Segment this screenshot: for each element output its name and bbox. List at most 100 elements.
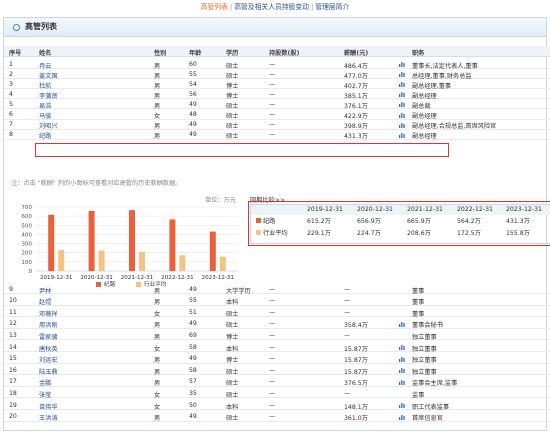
cell-sex: 男 [154, 333, 161, 341]
bar-chart-icon[interactable] [399, 321, 405, 327]
cell-age: 49 [189, 121, 197, 129]
cell-name[interactable]: 纪路 [39, 131, 51, 140]
nav-exec-list[interactable]: 高管列表 [201, 0, 228, 14]
cell-age: 49 [189, 355, 197, 363]
table-row: 14 唐秋英 女 58 本科 — 15.87万 独立董事 [4, 342, 550, 353]
cell-shares: — [269, 131, 276, 139]
cell-shares: — [269, 378, 276, 386]
cell-name[interactable]: 雷家骕 [39, 332, 58, 341]
compare-row-label: 纪路 [256, 217, 275, 227]
compare-link[interactable]: 同期比较>> [250, 195, 285, 204]
table-row: 11 邓薇祥 女 51 硕士 — — 董事 [4, 307, 550, 318]
nav-separator: | [229, 3, 233, 11]
bar-chart-icon[interactable] [399, 402, 405, 408]
cell-shares: — [269, 90, 276, 98]
cell-shares: — [269, 331, 276, 339]
cell-age: 58 [189, 366, 197, 374]
bar-0 [129, 210, 135, 271]
cell-shares: — [269, 366, 276, 374]
bar-chart-icon[interactable] [399, 356, 405, 362]
cell-edu: 硕士 [226, 322, 239, 330]
col-sex: 性别 [154, 50, 167, 57]
bar-chart-icon[interactable] [399, 61, 405, 67]
cell-sex: 女 [154, 310, 161, 318]
cell-pay: 358.4万 [344, 322, 368, 330]
bar-chart-icon[interactable] [399, 112, 405, 118]
bar-chart-icon[interactable] [399, 91, 405, 98]
cell-no: 15 [9, 355, 17, 363]
bullet-icon [13, 24, 20, 31]
bar-chart-icon[interactable] [399, 379, 405, 385]
bar-chart-icon[interactable] [399, 367, 405, 374]
cell-age: 48 [189, 111, 197, 118]
compare-year: 2023-12-31 [506, 206, 542, 213]
bar-1 [179, 255, 186, 271]
bar-chart-icon[interactable] [399, 71, 405, 78]
cell-title: 监事 [412, 391, 425, 399]
nav-management-profile[interactable]: 管理层简介 [315, 0, 349, 14]
table-row: 6 马骏女 48 硕士 —422.9万 副总经理 [4, 110, 550, 120]
compare-year: 2021-12-31 [407, 206, 443, 213]
nav-separator: | [310, 3, 314, 11]
cell-sex: 男 [154, 133, 161, 141]
cell-name[interactable]: 赵煜 [39, 297, 51, 306]
bar-chart-icon[interactable] [399, 122, 405, 128]
panel-header: 高管列表 [4, 18, 546, 37]
bar-chart-icon[interactable] [399, 81, 405, 88]
table-row: 19 苗伟华 女 50 本科 — 148.1万 职工代表监事 [4, 400, 550, 411]
cell-age: 35 [189, 389, 197, 397]
cell-name[interactable]: 苗伟华 [39, 402, 58, 411]
table-row: 15 刘运宏 男 49 博士 — 15.87万 独立董事 [4, 354, 550, 364]
cell-edu: 硕士 [226, 391, 239, 399]
cell-shares: — [269, 401, 276, 409]
compare-row-name: 纪路 [263, 218, 276, 225]
cell-shares: — [269, 355, 276, 363]
cell-age: 54 [189, 80, 197, 88]
cell-name[interactable]: 金鹏 [39, 378, 51, 387]
cell-name[interactable]: 王洪涛 [39, 413, 58, 422]
panel-title: 高管列表 [25, 22, 57, 31]
y-tick-label: 400 [21, 232, 32, 238]
y-tick-label: 600 [21, 214, 32, 220]
cell-edu: 硕士 [226, 133, 239, 141]
x-tick-label: 2023-12-31 [202, 275, 235, 281]
cell-name[interactable]: 尹林 [39, 286, 51, 295]
nav-shareholding-changes[interactable]: 高管及相关人员持股变动 [234, 0, 309, 14]
cell-shares: — [269, 308, 276, 316]
cell-pay: — [344, 389, 351, 397]
cell-pay: 15.87万 [344, 368, 368, 376]
col-edu: 学历 [226, 50, 239, 57]
series-swatch [256, 230, 261, 235]
cell-edu: 本科 [226, 299, 239, 307]
cell-sex: 男 [154, 299, 161, 307]
cell-pay: — [344, 308, 351, 316]
cell-no: 13 [9, 331, 17, 339]
cell-edu: 硕士 [226, 380, 239, 388]
compare-row-name: 行业平均 [263, 230, 288, 237]
cell-shares: — [269, 343, 276, 351]
cell-no: 5 [9, 100, 13, 108]
cell-name[interactable]: 周洪刚 [39, 320, 58, 329]
table-note: 注：点击 "薪酬" 列的小图标可查看对应高管的历史薪酬数据。 [11, 180, 182, 187]
cell-name[interactable]: 陆玉鼎 [39, 367, 58, 376]
bar-chart-icon[interactable] [399, 101, 405, 108]
cell-name[interactable]: 张莹 [39, 390, 51, 399]
series-swatch [256, 218, 261, 223]
cell-no: 18 [9, 389, 17, 397]
cell-shares: — [269, 100, 276, 108]
cell-shares: — [269, 121, 276, 129]
compare-value: 208.6万 [407, 230, 431, 237]
cell-title: 董事 [412, 287, 425, 295]
col-name: 姓名 [39, 50, 52, 57]
x-tick-label: 2022-12-31 [161, 275, 194, 281]
cell-name[interactable]: 刘运宏 [39, 355, 58, 364]
bar-chart-icon[interactable] [399, 344, 405, 350]
cell-name[interactable]: 唐秋英 [39, 344, 58, 353]
bar-chart-icon[interactable] [399, 132, 405, 138]
cell-title: 董事 [412, 299, 425, 307]
cell-age: 49 [189, 285, 197, 293]
cell-name[interactable]: 邓薇祥 [39, 309, 58, 318]
bar-chart-icon[interactable] [399, 414, 405, 420]
table-row: 7 刘昭兴男 49 硕士 —398.9万 副总经理,合规总监,首席风险官 [4, 120, 550, 130]
col-shares: 持股数(股) [269, 50, 300, 57]
